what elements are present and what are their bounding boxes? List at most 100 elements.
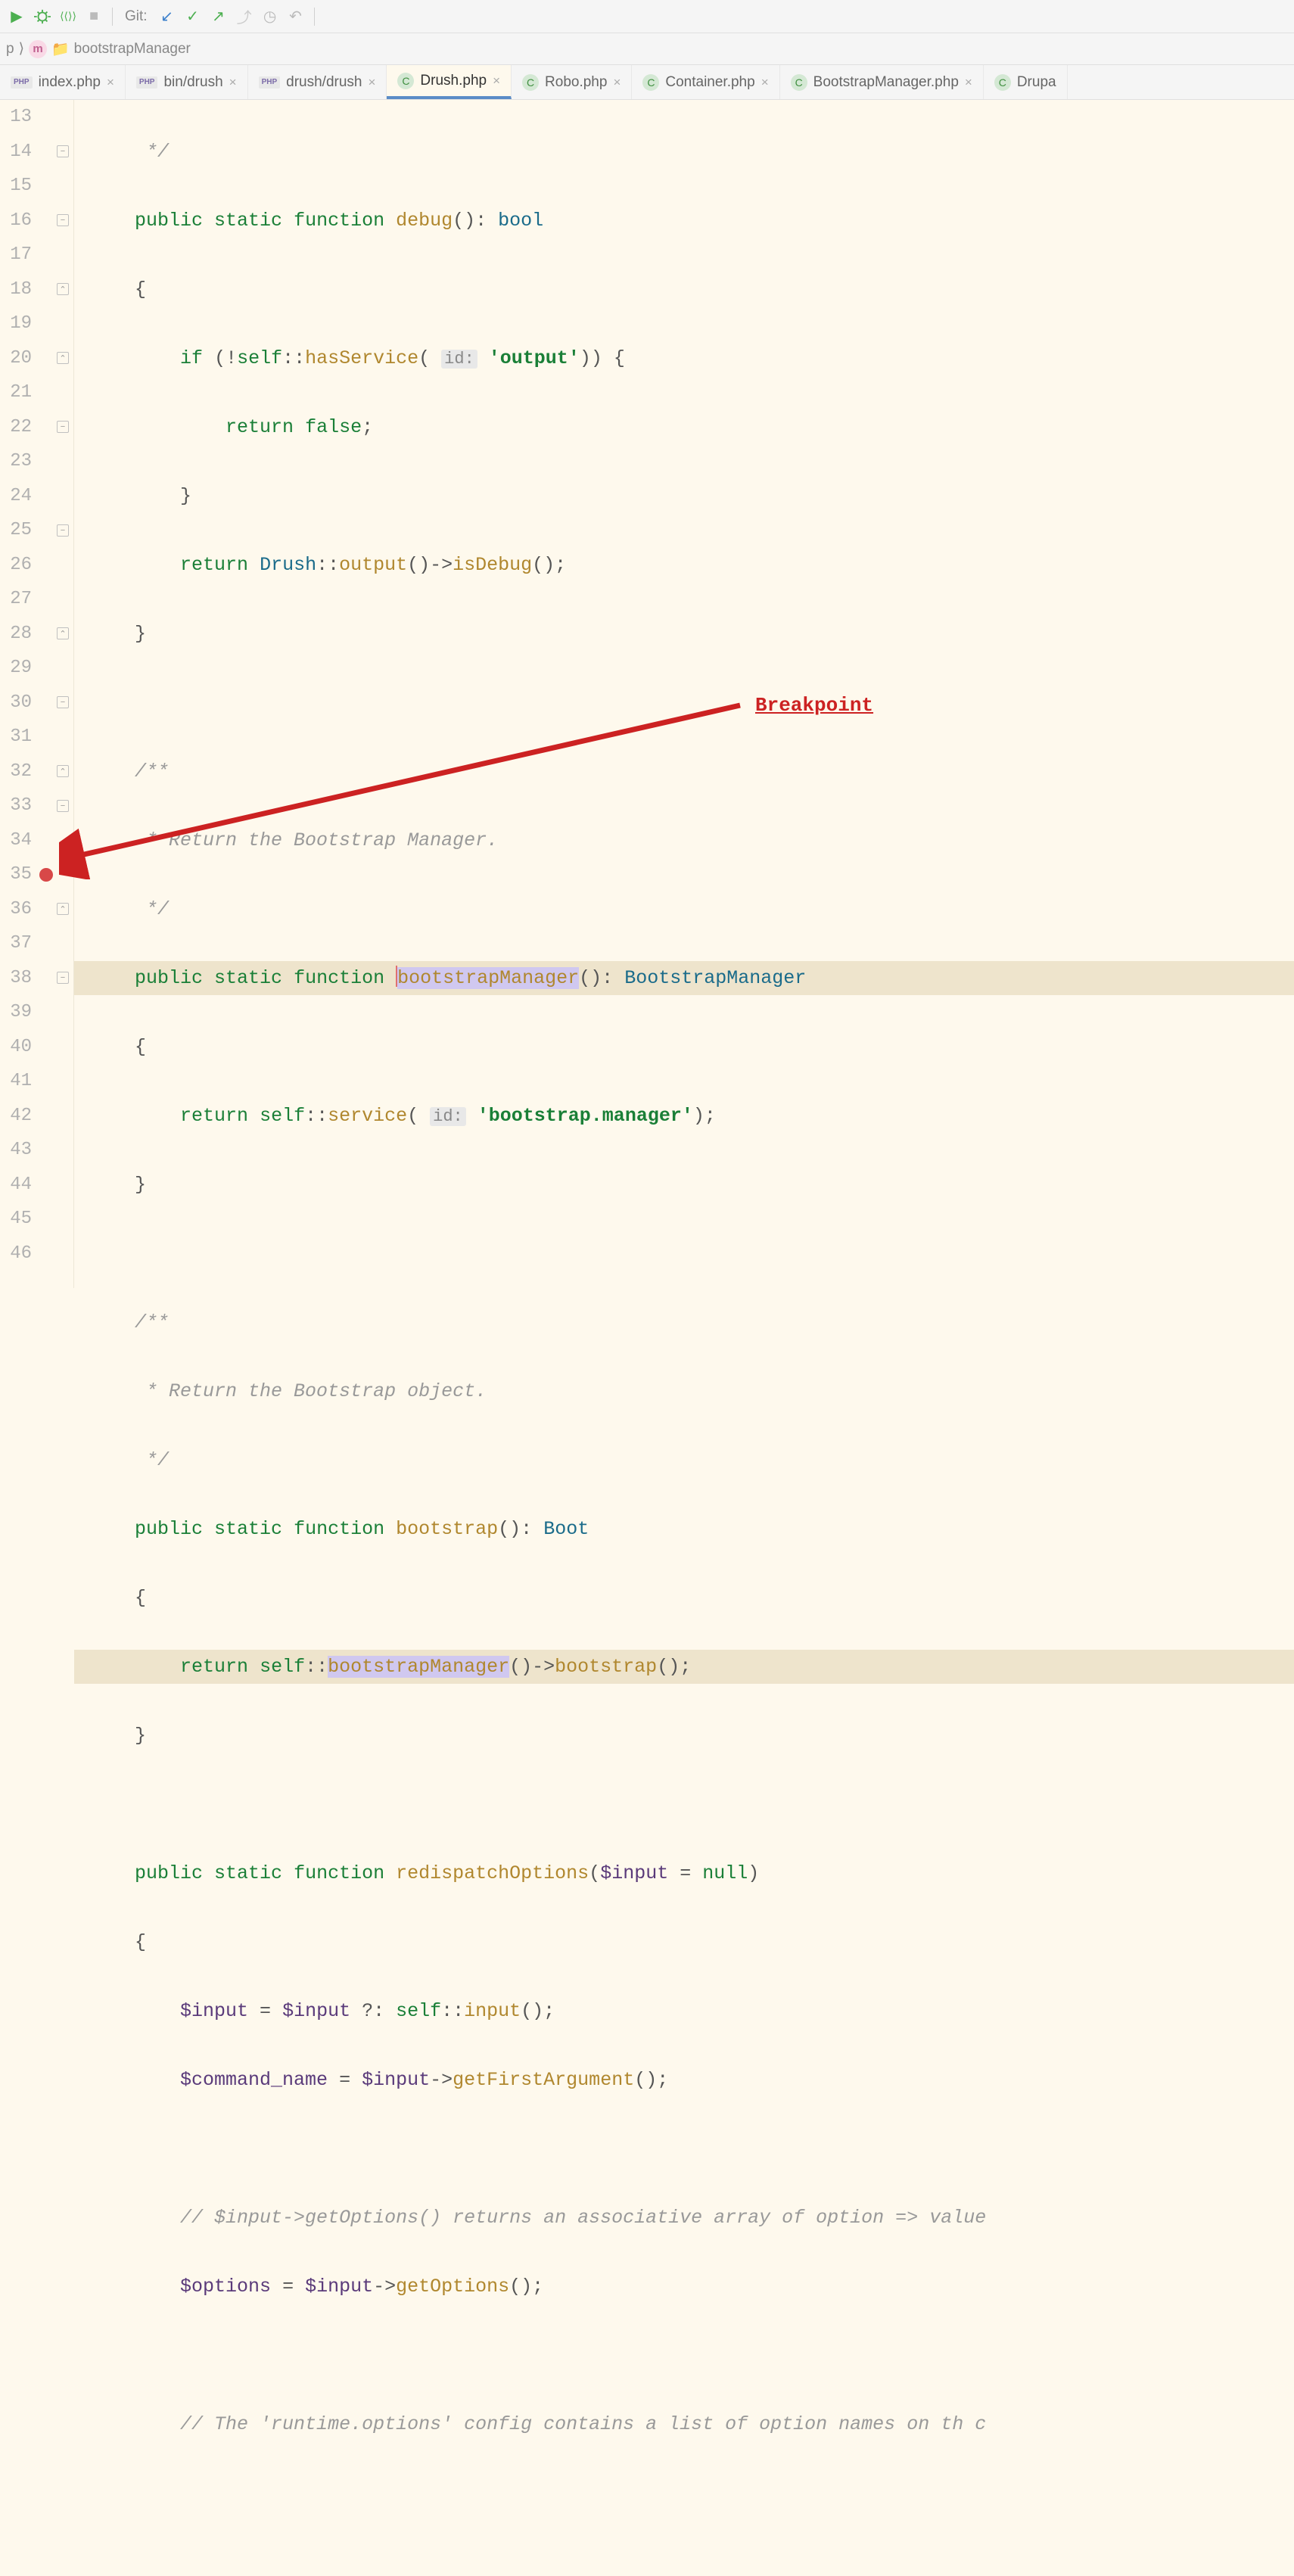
close-icon[interactable]: × xyxy=(368,75,375,90)
fold-icon[interactable]: ⌃ xyxy=(57,903,69,915)
fold-icon[interactable]: − xyxy=(57,696,69,708)
close-icon[interactable]: × xyxy=(761,75,769,90)
close-icon[interactable]: × xyxy=(107,75,114,90)
code-text: $input xyxy=(282,2000,350,2022)
line-number: 19 xyxy=(0,313,35,334)
tab-label: Robo.php xyxy=(545,74,607,91)
breadcrumb-function[interactable]: bootstrapManager xyxy=(74,41,191,58)
line-number: 25 xyxy=(0,520,35,540)
code-text: Drush xyxy=(260,554,316,576)
line-number: 15 xyxy=(0,176,35,196)
code-text: return xyxy=(180,554,248,576)
tab-bin-drush[interactable]: PHP bin/drush × xyxy=(126,65,248,99)
fold-icon[interactable]: − xyxy=(57,421,69,433)
tab-label: index.php xyxy=(39,74,101,91)
code-text: // The 'runtime.options' config contains… xyxy=(180,2413,986,2435)
line-number: 35 xyxy=(0,864,35,885)
close-icon[interactable]: × xyxy=(229,75,237,90)
tab-bootstrapmanager-php[interactable]: C BootstrapManager.php × xyxy=(780,65,984,99)
code-text: bootstrap xyxy=(396,1518,498,1540)
line-number: 39 xyxy=(0,1002,35,1022)
tab-index-php[interactable]: PHP index.php × xyxy=(0,65,126,99)
fold-icon[interactable]: ⌃ xyxy=(57,765,69,777)
undo-icon[interactable]: ↶ xyxy=(285,6,306,27)
code-text: redispatchOptions xyxy=(396,1862,589,1884)
code-text: 'output' xyxy=(489,347,580,369)
code-text: public xyxy=(135,1518,203,1540)
debug-step-icon[interactable]: ⟨⟨⟩⟩ xyxy=(58,6,79,27)
code-editor[interactable]: 13 14− 15 16− 17 18⌃ 19 20⌃ 21 22− 23 24… xyxy=(0,100,1294,1288)
line-number: 16 xyxy=(0,210,35,231)
git-commit-icon[interactable]: ✓ xyxy=(182,6,204,27)
close-icon[interactable]: × xyxy=(965,75,972,90)
method-icon: m xyxy=(29,40,47,58)
tab-drush-drush[interactable]: PHP drush/drush × xyxy=(248,65,387,99)
fold-icon[interactable]: ⌃ xyxy=(57,283,69,295)
code-text: $input xyxy=(305,2276,373,2298)
breakpoint-marker[interactable] xyxy=(39,868,53,882)
history-icon[interactable]: ◷ xyxy=(260,6,281,27)
close-icon[interactable]: × xyxy=(613,75,621,90)
line-number: 43 xyxy=(0,1140,35,1160)
line-number: 18 xyxy=(0,279,35,300)
fold-icon[interactable]: ⌃ xyxy=(57,352,69,364)
code-text: /** xyxy=(135,761,169,782)
class-icon: C xyxy=(397,73,414,89)
fold-icon[interactable]: − xyxy=(57,800,69,812)
code-text: BootstrapManager xyxy=(624,967,806,989)
code-text: return xyxy=(226,416,294,438)
line-number: 23 xyxy=(0,451,35,471)
line-number: 42 xyxy=(0,1106,35,1126)
code-text: getOptions xyxy=(396,2276,509,2298)
fold-icon[interactable]: − xyxy=(57,972,69,984)
class-icon: C xyxy=(791,74,807,91)
line-number: 24 xyxy=(0,486,35,506)
code-text: /** xyxy=(135,1311,169,1333)
line-number: 17 xyxy=(0,244,35,265)
fold-icon[interactable]: − xyxy=(57,524,69,537)
line-number: 27 xyxy=(0,589,35,609)
code-text: // $input->getOptions() returns an assoc… xyxy=(180,2207,986,2229)
folder-icon: 📁 xyxy=(51,40,70,58)
debug-run-icon[interactable]: ▶ xyxy=(6,6,27,27)
git-pull-icon[interactable]: ↙ xyxy=(157,6,178,27)
debug-bug-icon[interactable] xyxy=(32,6,53,27)
code-text: return xyxy=(180,1105,248,1127)
code-text: */ xyxy=(89,141,169,163)
git-push-icon[interactable]: ↗ xyxy=(208,6,229,27)
code-text: public xyxy=(135,1862,203,1884)
tab-drush-php[interactable]: C Drush.php × xyxy=(387,65,512,99)
line-number: 40 xyxy=(0,1037,35,1057)
line-number: 22 xyxy=(0,417,35,437)
code-text: self xyxy=(237,347,282,369)
code-text: input xyxy=(464,2000,521,2022)
git-branch-icon[interactable]: ⤴ xyxy=(234,6,255,27)
fold-icon[interactable]: − xyxy=(57,145,69,157)
php-icon: PHP xyxy=(136,76,158,89)
code-text: getFirstArgument xyxy=(453,2069,634,2091)
code-text: self xyxy=(260,1105,305,1127)
stop-icon[interactable]: ■ xyxy=(83,6,104,27)
code-area[interactable]: */ public static function debug(): bool … xyxy=(74,100,1294,1288)
gutter[interactable]: 13 14− 15 16− 17 18⌃ 19 20⌃ 21 22− 23 24… xyxy=(0,100,74,1288)
breadcrumb-item[interactable]: p xyxy=(6,41,14,58)
fold-icon[interactable]: − xyxy=(57,214,69,226)
line-number: 36 xyxy=(0,899,35,919)
tab-drupal[interactable]: C Drupa xyxy=(984,65,1068,99)
line-number: 45 xyxy=(0,1209,35,1229)
git-label: Git: xyxy=(125,8,148,25)
tab-robo-php[interactable]: C Robo.php × xyxy=(512,65,632,99)
class-icon: C xyxy=(994,74,1011,91)
separator xyxy=(112,8,113,26)
annotation-label: Breakpoint xyxy=(755,689,873,723)
code-text: return xyxy=(180,1656,248,1678)
close-icon[interactable]: × xyxy=(493,73,500,89)
code-text: { xyxy=(135,1036,146,1058)
code-text: { xyxy=(135,278,146,300)
code-text: static xyxy=(214,967,282,989)
tab-container-php[interactable]: C Container.php × xyxy=(632,65,779,99)
code-text: bootstrap xyxy=(555,1656,657,1678)
fold-icon[interactable]: ⌃ xyxy=(57,627,69,639)
line-number: 29 xyxy=(0,658,35,678)
line-number: 34 xyxy=(0,830,35,851)
